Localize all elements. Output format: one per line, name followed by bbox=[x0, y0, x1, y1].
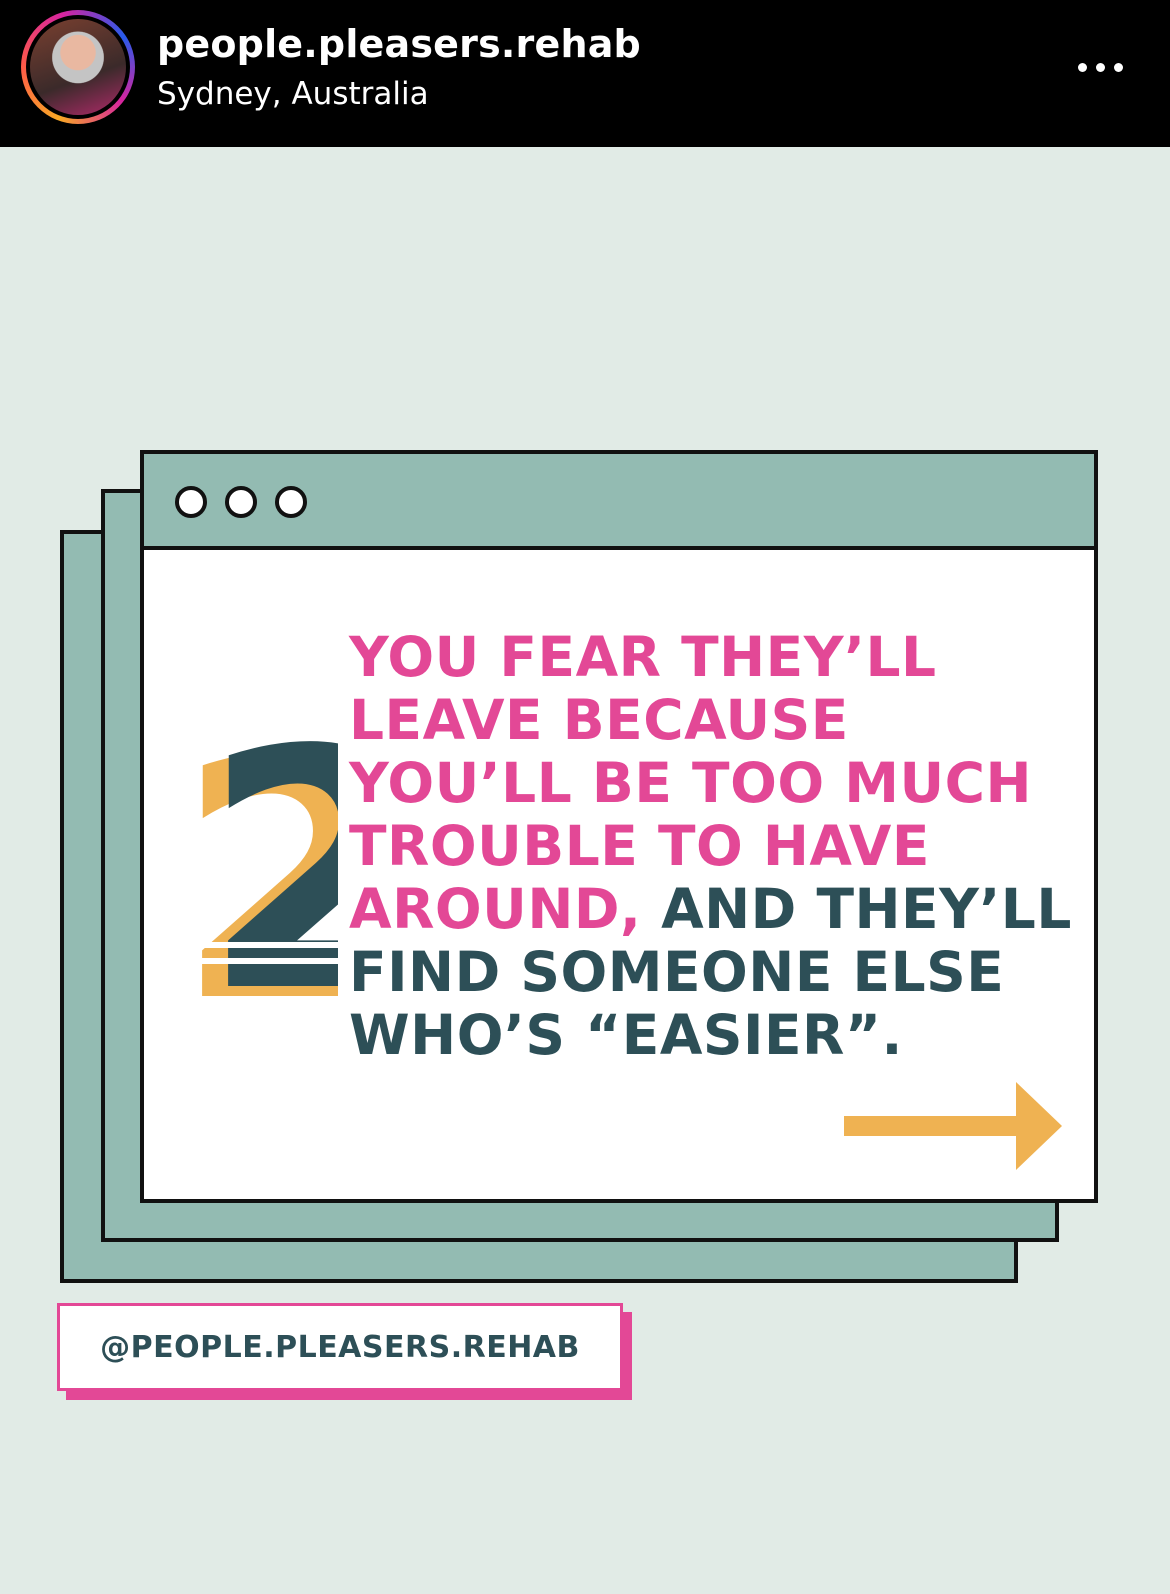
main-window: 2 2 YOU FEAR THEY’LL LEAVE BECAUSE YOU’L… bbox=[140, 450, 1098, 1203]
window-dot-icon bbox=[175, 486, 207, 518]
more-options-icon[interactable] bbox=[1078, 55, 1130, 79]
quote-text: YOU FEAR THEY’LL LEAVE BECAUSE YOU’LL BE… bbox=[349, 626, 1089, 1067]
avatar[interactable] bbox=[30, 19, 126, 115]
more-dot bbox=[1114, 63, 1123, 72]
quote-line: YOU FEAR THEY’LL bbox=[349, 625, 937, 689]
window-titlebar bbox=[144, 454, 1094, 550]
number-main: 2 bbox=[202, 724, 338, 1014]
handle-text: @PEOPLE.PLEASERS.REHAB bbox=[100, 1329, 580, 1365]
story-ring[interactable] bbox=[21, 10, 135, 124]
username-link[interactable]: people.pleasers.rehab bbox=[157, 22, 641, 66]
number-two-graphic: 2 2 bbox=[176, 724, 338, 1014]
number-stripe bbox=[202, 958, 338, 964]
quote-line: YOU’LL BE TOO MUCH bbox=[349, 751, 1033, 815]
avatar-frame bbox=[26, 15, 130, 119]
handle-tag: @PEOPLE.PLEASERS.REHAB bbox=[57, 1303, 623, 1391]
window-dot-icon bbox=[275, 486, 307, 518]
location-link[interactable]: Sydney, Australia bbox=[157, 76, 429, 112]
quote-line-mixed: AROUND, AND THEY’LL bbox=[349, 878, 1089, 941]
quote-line: FIND SOMEONE ELSE bbox=[349, 940, 1005, 1004]
number-stripe bbox=[202, 942, 338, 948]
arrow-right-icon bbox=[844, 1082, 1062, 1170]
post-header: people.pleasers.rehab Sydney, Australia bbox=[0, 0, 1170, 147]
quote-line: LEAVE BECAUSE bbox=[349, 688, 849, 752]
quote-line: WHO’S “EASIER”. bbox=[349, 1003, 903, 1067]
quote-segment: AND THEY’LL bbox=[641, 877, 1072, 941]
more-dot bbox=[1096, 63, 1105, 72]
window-dot-icon bbox=[225, 486, 257, 518]
quote-line: TROUBLE TO HAVE bbox=[349, 814, 930, 878]
more-dot bbox=[1078, 63, 1087, 72]
quote-segment: AROUND, bbox=[349, 877, 642, 941]
